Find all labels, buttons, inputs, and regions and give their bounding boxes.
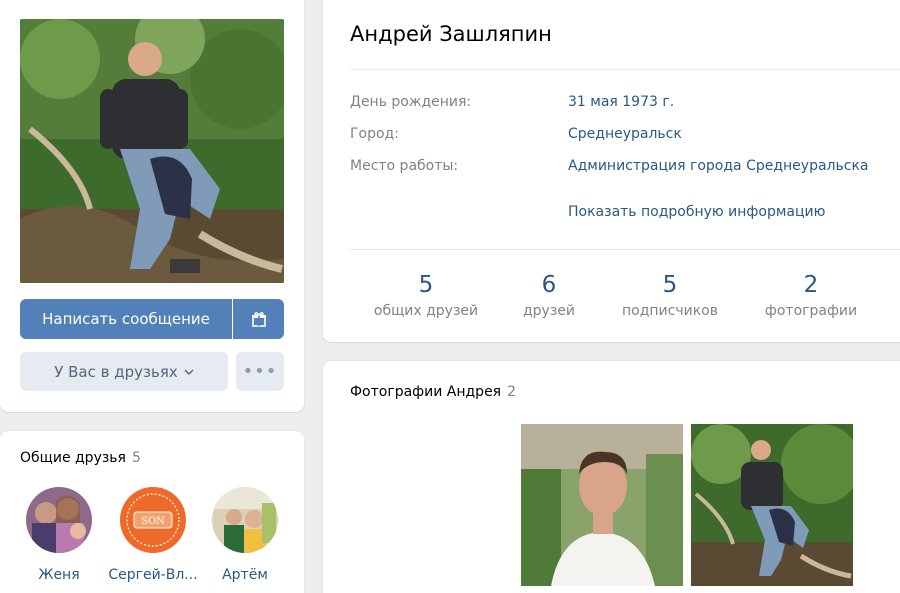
common-friends-title-text: Общие друзья: [20, 450, 126, 466]
divider: [350, 249, 900, 250]
common-friends-title[interactable]: Общие друзья 5: [20, 450, 141, 466]
counter-number: 5: [662, 272, 678, 298]
counter-label: фотографии: [764, 303, 858, 319]
counter-friends[interactable]: 6 друзей: [484, 271, 614, 319]
photos-count: 2: [507, 384, 517, 400]
photos-title-text: Фотографии Андрея: [350, 384, 502, 400]
more-actions-button[interactable]: •••: [236, 352, 284, 391]
counter-label: друзей: [522, 303, 575, 319]
show-more-info-link[interactable]: Показать подробную информацию: [568, 204, 825, 220]
send-gift-button[interactable]: [233, 299, 284, 339]
friend-name[interactable]: Женя: [14, 567, 104, 583]
info-label: День рождения:: [350, 94, 472, 110]
write-message-button[interactable]: Написать сообщение: [20, 299, 232, 339]
friend-avatar[interactable]: [212, 487, 278, 553]
info-value-link[interactable]: 31 мая 1973 г.: [568, 94, 674, 110]
common-friends-count: 5: [131, 450, 141, 466]
info-label: Город:: [350, 126, 399, 142]
profile-avatar-photo[interactable]: [20, 19, 284, 283]
profile-info-card: Андрей Зашляпин День рождения: 31 мая 19…: [323, 0, 900, 342]
info-value-link[interactable]: Среднеуральск: [568, 126, 682, 142]
counter-photos[interactable]: 2 фотографии: [746, 271, 876, 319]
divider: [350, 69, 900, 70]
friend-avatar[interactable]: SON: [120, 487, 186, 553]
avatar-card: Написать сообщение У Вас в друзьях •••: [0, 0, 304, 412]
photos-title[interactable]: Фотографии Андрея 2: [350, 384, 516, 400]
friend-item[interactable]: Артём: [200, 487, 290, 583]
counter-label: общих друзей: [373, 303, 479, 319]
counter-number: 5: [418, 272, 434, 298]
friend-avatar[interactable]: [26, 487, 92, 553]
svg-text:SON: SON: [141, 516, 165, 527]
more-dots-icon: •••: [242, 361, 278, 382]
counter-followers[interactable]: 5 подписчиков: [605, 271, 735, 319]
info-label: Место работы:: [350, 158, 459, 174]
counter-number: 6: [541, 272, 557, 298]
friend-item[interactable]: Женя: [14, 487, 104, 583]
friend-name[interactable]: Артём: [200, 567, 290, 583]
photos-card: Фотографии Андрея 2: [323, 361, 900, 593]
counter-label: подписчиков: [622, 303, 718, 319]
in-friends-dropdown[interactable]: У Вас в друзьях: [20, 352, 228, 391]
page-title: Андрей Зашляпин: [350, 22, 552, 46]
friend-name[interactable]: Сергей-Вл...: [108, 567, 198, 583]
counter-common-friends[interactable]: 5 общих друзей: [361, 271, 491, 319]
photo-thumbnail[interactable]: [691, 424, 853, 586]
friend-item[interactable]: SON Сергей-Вл...: [108, 487, 198, 583]
counter-number: 2: [803, 272, 819, 298]
gift-icon: [251, 311, 267, 327]
chevron-down-icon: [184, 369, 194, 375]
write-message-label: Написать сообщение: [42, 310, 210, 328]
in-friends-label: У Вас в друзьях: [54, 362, 178, 381]
common-friends-card: Общие друзья 5 Женя SON Сергей-Вл... Арт…: [0, 431, 304, 593]
photo-thumbnail[interactable]: [521, 424, 683, 586]
info-value-link[interactable]: Администрация города Среднеуральска: [568, 158, 868, 174]
